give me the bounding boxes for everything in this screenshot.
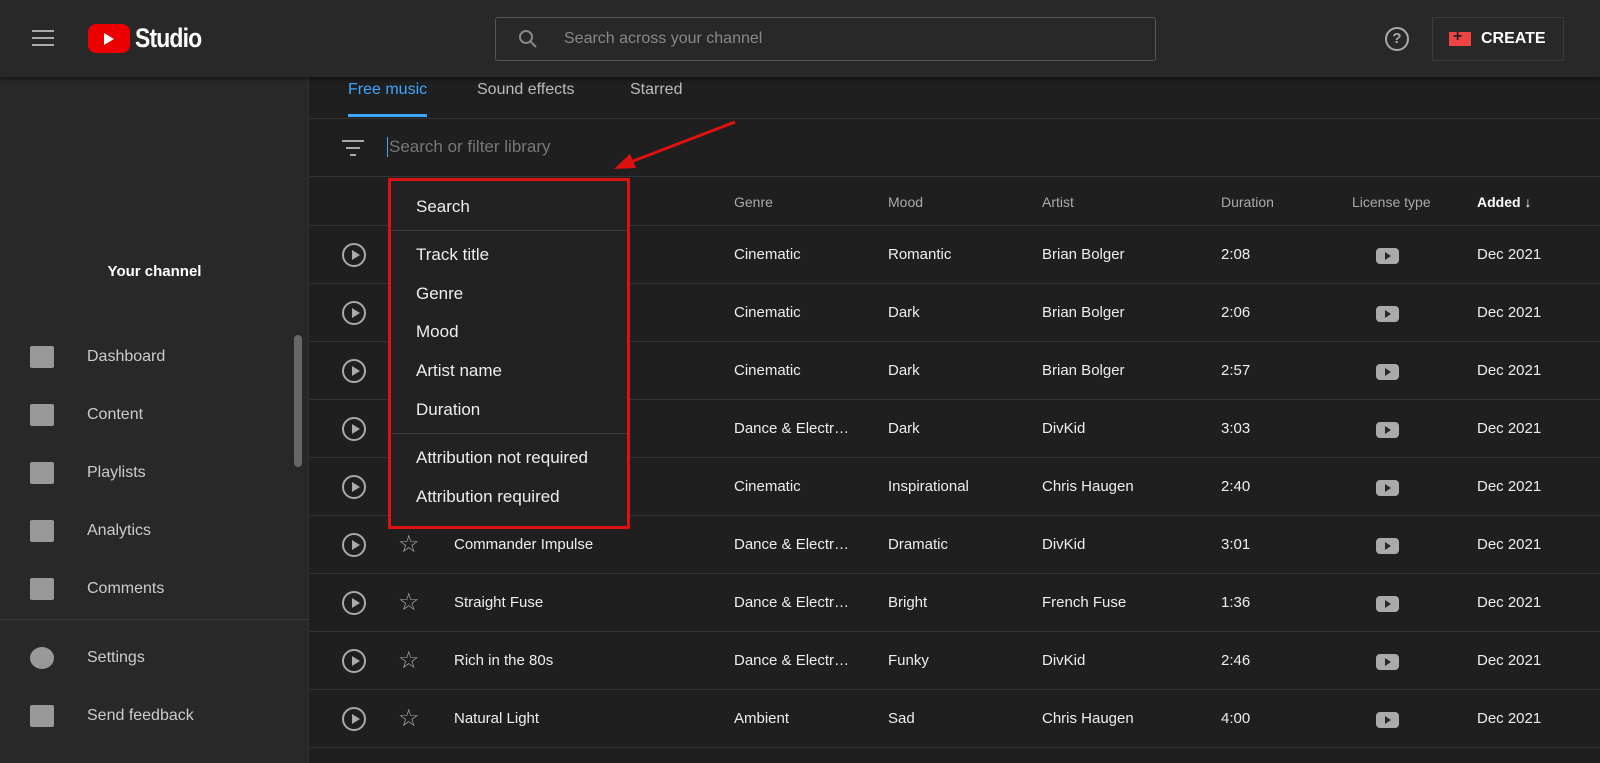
annotation-arrow xyxy=(614,120,736,169)
